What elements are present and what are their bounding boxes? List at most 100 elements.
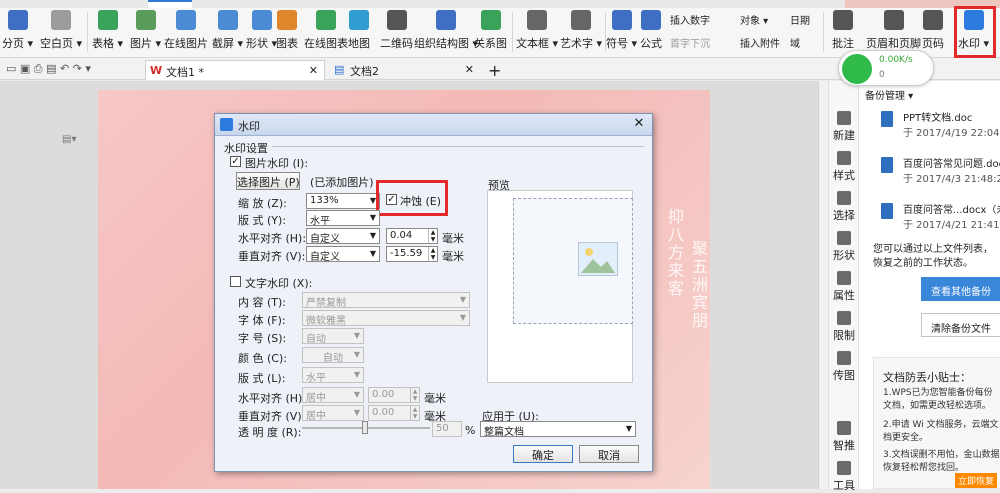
sidebar-item-shape[interactable]: 形状 xyxy=(829,231,859,263)
image-placeholder-icon xyxy=(578,242,618,276)
panel-hint: 您可以通过以上文件列表，恢复之前的工作状态。 xyxy=(873,244,993,269)
chart-button[interactable]: 图表 xyxy=(276,8,298,56)
textbox-button[interactable]: 文本框 ▾ xyxy=(516,8,558,56)
sidebar-item-smart[interactable]: 智推 xyxy=(829,421,859,453)
tab-document2[interactable]: ▤ 文档2 ✕ xyxy=(330,60,480,80)
color-label: 颜 色 (C): xyxy=(238,352,287,365)
transparency-slider[interactable] xyxy=(302,421,430,434)
size-label: 字 号 (S): xyxy=(238,332,287,345)
date-button[interactable]: 日期 xyxy=(790,12,810,27)
dialog-title: 水印 xyxy=(238,120,260,133)
object-button[interactable]: 对象 ▾ xyxy=(740,12,768,27)
scale-select[interactable]: 133% ▼ xyxy=(306,193,380,209)
quick-icons[interactable]: ▭ ▣ ⎙ ▤ ↶ ↷ ▾ xyxy=(6,62,91,76)
online-image-icon xyxy=(176,10,196,30)
tab-insert[interactable] xyxy=(148,0,192,8)
v-offset-spinner[interactable]: -15.59 ▲ ▼ xyxy=(386,246,438,262)
upload-speed: 0.00K/s xyxy=(879,55,913,65)
close-icon[interactable]: ✕ xyxy=(309,64,318,77)
h-offset2-spinner[interactable]: 0.00 ▲ ▼ xyxy=(368,387,420,403)
tools-icon xyxy=(837,461,851,475)
percent-label: % xyxy=(465,424,476,437)
panel-title[interactable]: 备份管理 ▾ xyxy=(865,87,913,102)
relation-button[interactable]: 关系图 xyxy=(474,8,507,56)
page-nav-icon[interactable]: ▤▾ xyxy=(62,134,76,145)
formula-button[interactable]: 公式 xyxy=(640,8,662,56)
h-align-select[interactable]: 自定义 ▼ xyxy=(306,228,380,245)
backup-file[interactable]: 百度问答常见问题.docx 于 2017/4/3 21:48:21 xyxy=(903,155,1000,185)
wifi-icon xyxy=(842,54,872,84)
sidebar-item-tools[interactable]: 工具 xyxy=(829,461,859,493)
text-watermark-checkbox[interactable] xyxy=(230,276,241,287)
ribbon-label: 文本框 ▾ xyxy=(516,37,559,50)
transparency-label: 透 明 度 (R): xyxy=(238,426,302,439)
sidebar-item-restrict[interactable]: 限制 xyxy=(829,311,859,343)
size-select[interactable]: 自动 ▼ xyxy=(302,328,364,345)
page-num-icon xyxy=(923,10,943,30)
sidebar-item-select[interactable]: 选择 xyxy=(829,191,859,223)
v-align-label: 垂直对齐 (V): xyxy=(238,250,306,263)
v-offset2-spinner[interactable]: 0.00 ▲ ▼ xyxy=(368,405,420,421)
header-footer-button[interactable]: 页眉和页脚 xyxy=(866,8,921,56)
v-align-select[interactable]: 自定义 ▼ xyxy=(306,246,380,263)
sidebar-item-upload[interactable]: 传图 xyxy=(829,351,859,383)
washout-highlight xyxy=(376,180,448,216)
ribbon-label: 地图 xyxy=(348,37,370,50)
sidebar-item-style[interactable]: 样式 xyxy=(829,151,859,183)
wps-icon xyxy=(220,118,233,131)
map-button[interactable]: 地图 xyxy=(348,8,370,56)
layout2-select[interactable]: 水平 ▼ xyxy=(302,367,364,384)
view-backup-button[interactable]: 查看其他备份 xyxy=(921,277,1000,301)
page-break-button[interactable]: 分页 ▾ xyxy=(2,8,33,56)
online-chart-button[interactable]: 在线图表 xyxy=(304,8,348,56)
wordart-button[interactable]: 艺术字 ▾ xyxy=(560,8,602,56)
network-widget[interactable]: 0.00K/s 0 xyxy=(838,50,934,86)
close-icon[interactable]: ✕ xyxy=(465,63,474,76)
clear-backup-button[interactable]: 清除备份文件 xyxy=(921,313,1000,337)
tab-document1[interactable]: W 文档1 * ✕ xyxy=(145,60,325,80)
close-icon[interactable]: ✕ xyxy=(630,116,648,133)
drop-cap-button[interactable]: 首字下沉 xyxy=(670,35,710,50)
online-image-button[interactable]: 在线图片 xyxy=(164,8,208,56)
slider-thumb[interactable] xyxy=(362,421,368,434)
backup-file[interactable]: PPT转文档.doc于 2017/4/19 22:04:23 xyxy=(903,109,1000,139)
v-align2-select[interactable]: 居中 ▼ xyxy=(302,405,364,422)
font-select[interactable]: 微软雅黑 ▼ xyxy=(302,310,470,327)
dialog-titlebar[interactable]: 水印 ✕ xyxy=(215,114,652,136)
transparency-spinner[interactable]: 50 xyxy=(432,421,462,437)
h-offset-spinner[interactable]: 0.04 ▲ ▼ xyxy=(386,228,438,244)
shape-button[interactable]: 形状 ▾ xyxy=(246,8,277,56)
field-button[interactable]: 域 xyxy=(790,35,800,50)
image-button[interactable]: 图片 ▾ xyxy=(130,8,161,56)
qr-button[interactable]: 二维码 xyxy=(380,8,413,56)
backup-file[interactable]: 百度问答常...docx（未于 2017/4/21 21:41:54 xyxy=(903,201,1000,231)
ribbon-label: 艺术字 ▾ xyxy=(560,37,603,50)
cancel-button[interactable]: 取消 xyxy=(579,445,639,463)
image-watermark-checkbox[interactable]: ✓ xyxy=(230,156,241,167)
layout-select[interactable]: 水平 ▼ xyxy=(306,210,380,227)
insert-attachment-button[interactable]: 插入附件 xyxy=(740,35,780,50)
screenshot-button[interactable]: 截屏 ▾ xyxy=(212,8,243,56)
color-select[interactable]: 自动 ▼ xyxy=(302,347,364,364)
blank-page-button[interactable]: 空白页 ▾ xyxy=(40,8,82,56)
blank-page-icon xyxy=(51,10,72,30)
org-chart-button[interactable]: 组织结构图 ▾ xyxy=(414,8,478,56)
content-select[interactable]: 严禁复制 ▼ xyxy=(302,292,470,309)
ok-button[interactable]: 确定 xyxy=(513,445,573,463)
ribbon-separator xyxy=(605,12,606,52)
insert-number-button[interactable]: 插入数字 xyxy=(670,12,710,27)
table-button[interactable]: 表格 ▾ xyxy=(92,8,123,56)
h-align2-select[interactable]: 居中 ▼ xyxy=(302,387,364,404)
vertical-scrollbar[interactable] xyxy=(818,81,828,489)
sidebar-item-property[interactable]: 属性 xyxy=(829,271,859,303)
comment-button[interactable]: 批注 xyxy=(832,8,854,56)
page-break-icon xyxy=(7,10,28,30)
symbol-button[interactable]: 符号 ▾ xyxy=(606,8,637,56)
apply-select[interactable]: 整篇文档 ▼ xyxy=(480,421,636,438)
new-tab-button[interactable]: + xyxy=(484,60,504,80)
page-num-button[interactable]: 页码 xyxy=(922,8,944,56)
sidebar-item-new[interactable]: 新建 xyxy=(829,111,859,143)
restore-badge[interactable]: 立即恢复 xyxy=(955,473,998,488)
backup-panel: 备份管理 ▾ PPT转文档.doc于 2017/4/19 22:04:23 百度… xyxy=(858,81,1000,489)
select-image-button[interactable]: 选择图片 (P) xyxy=(236,172,300,190)
